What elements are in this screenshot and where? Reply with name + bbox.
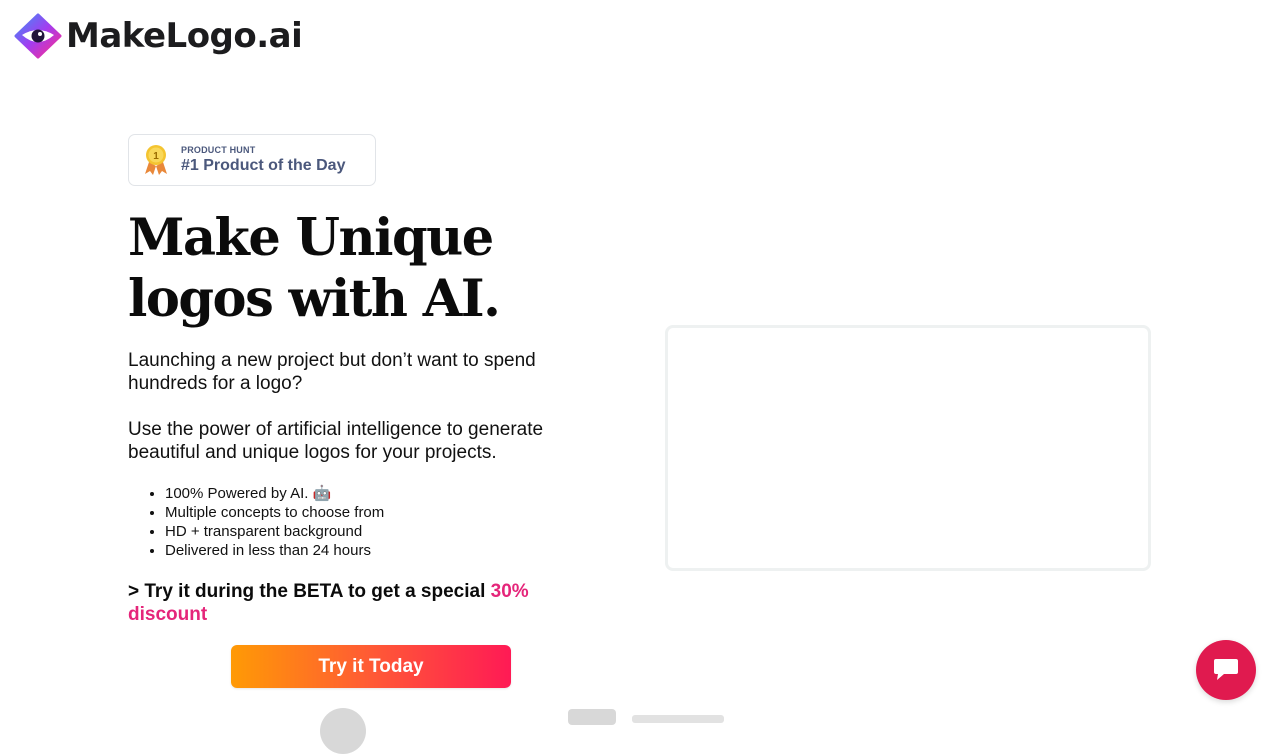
chat-bubble-icon xyxy=(1214,659,1238,680)
below-fold-avatar xyxy=(320,708,366,754)
feature-item: HD + transparent background xyxy=(165,522,384,541)
hero-paragraph-2: Use the power of artificial intelligence… xyxy=(128,419,544,463)
brand-name: MakeLogo.ai xyxy=(66,16,303,56)
beta-offer-text: > Try it during the BETA to get a specia… xyxy=(128,581,491,602)
beta-offer: > Try it during the BETA to get a specia… xyxy=(128,580,568,626)
brand-logo[interactable]: MakeLogo.ai xyxy=(13,13,303,59)
medal-icon: 1 xyxy=(145,145,167,175)
feature-item: Delivered in less than 24 hours xyxy=(165,541,384,560)
below-fold-logo-text xyxy=(632,715,724,723)
feature-item: Multiple concepts to choose from xyxy=(165,503,384,522)
try-it-today-button[interactable]: Try it Today xyxy=(231,645,511,688)
demo-video-frame[interactable] xyxy=(665,325,1151,571)
product-hunt-badge[interactable]: 1 PRODUCT HUNT #1 Product of the Day xyxy=(128,134,376,186)
chat-button[interactable] xyxy=(1196,640,1256,700)
badge-title: #1 Product of the Day xyxy=(181,156,346,174)
medal-number: 1 xyxy=(153,151,159,162)
hero-paragraph-1: Launching a new project but don’t want t… xyxy=(128,350,536,394)
eye-logo-icon xyxy=(14,13,62,59)
below-fold-logo xyxy=(568,709,616,725)
badge-kicker: PRODUCT HUNT xyxy=(181,144,256,155)
feature-list: 100% Powered by AI. 🤖 Multiple concepts … xyxy=(128,484,384,560)
feature-item: 100% Powered by AI. 🤖 xyxy=(165,484,384,503)
hero-headline: Make Unique logos with AI. xyxy=(128,208,501,329)
